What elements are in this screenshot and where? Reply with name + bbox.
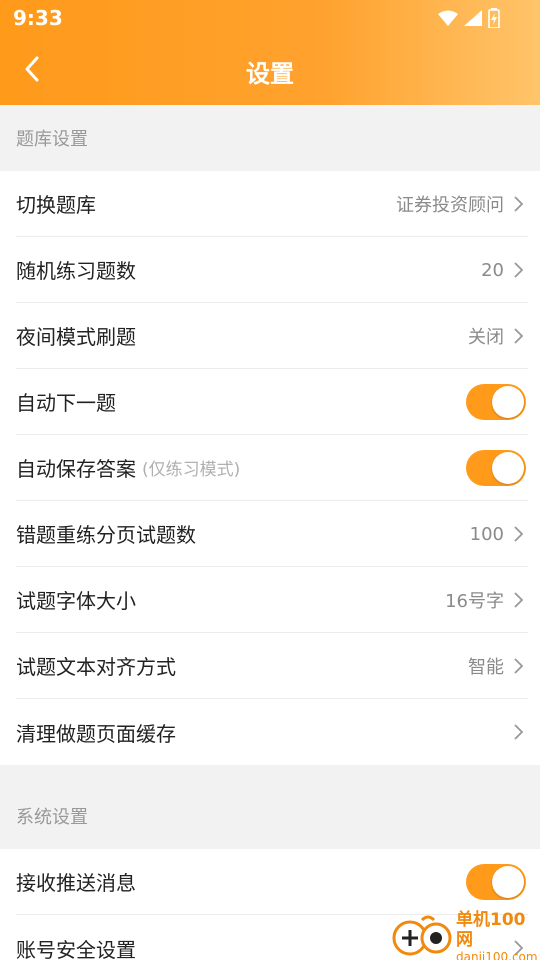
- row-value: 16号字: [445, 591, 504, 612]
- watermark-title: 单机100网: [456, 910, 526, 950]
- row-label: 自动保存答案: [16, 457, 136, 481]
- chevron-right-icon: [514, 526, 524, 542]
- row-push-notifications: 接收推送消息: [16, 849, 528, 915]
- row-label: 随机练习题数: [16, 259, 136, 283]
- toggle-knob: [492, 386, 524, 418]
- section-header-system: 系统设置: [0, 783, 540, 849]
- row-random-practice-count[interactable]: 随机练习题数 20: [16, 237, 528, 303]
- row-switch-bank[interactable]: 切换题库 证券投资顾问: [16, 171, 528, 237]
- row-value: 证券投资顾问: [396, 195, 504, 216]
- status-time: 9:33: [13, 6, 63, 30]
- row-label: 账号安全设置: [16, 937, 136, 960]
- row-label: 试题字体大小: [16, 589, 136, 613]
- push-notifications-toggle[interactable]: [466, 864, 526, 900]
- app-header: 9:33 设置: [0, 0, 540, 105]
- row-clear-cache[interactable]: 清理做题页面缓存: [16, 699, 528, 765]
- section-header-question-bank: 题库设置: [0, 105, 540, 171]
- row-value: 20: [481, 259, 504, 281]
- signal-icon: [464, 10, 482, 30]
- auto-next-toggle[interactable]: [466, 384, 526, 420]
- row-label: 自动下一题: [16, 391, 116, 415]
- row-note: (仅练习模式): [142, 460, 241, 480]
- row-wrong-retry-page-count[interactable]: 错题重练分页试题数 100: [16, 501, 528, 567]
- watermark-logo-icon: [392, 914, 454, 960]
- row-value: 100: [469, 523, 504, 545]
- chevron-right-icon: [514, 658, 524, 674]
- chevron-right-icon: [514, 724, 524, 740]
- row-auto-next: 自动下一题: [16, 369, 528, 435]
- page-title: 设置: [246, 60, 294, 88]
- chevron-right-icon: [514, 592, 524, 608]
- row-font-size[interactable]: 试题字体大小 16号字: [16, 567, 528, 633]
- row-label: 接收推送消息: [16, 871, 136, 895]
- row-text-alignment[interactable]: 试题文本对齐方式 智能: [16, 633, 528, 699]
- site-watermark: 单机100网 danji100.com: [392, 910, 540, 960]
- chevron-right-icon: [514, 196, 524, 212]
- toggle-knob: [492, 866, 524, 898]
- row-value: 关闭: [468, 327, 504, 348]
- question-bank-settings-card: 切换题库 证券投资顾问 随机练习题数 20 夜间模式刷题 关闭 自动下一题 自动…: [0, 171, 540, 765]
- chevron-right-icon: [514, 328, 524, 344]
- status-bar: 9:33: [0, 0, 540, 36]
- row-label: 切换题库: [16, 193, 96, 217]
- status-icons: [438, 8, 500, 32]
- row-label: 夜间模式刷题: [16, 325, 136, 349]
- row-night-mode[interactable]: 夜间模式刷题 关闭: [16, 303, 528, 369]
- watermark-url: danji100.com: [456, 950, 538, 960]
- row-label: 清理做题页面缓存: [16, 721, 176, 746]
- row-auto-save: 自动保存答案 (仅练习模式): [16, 435, 528, 501]
- row-label: 错题重练分页试题数: [16, 523, 196, 547]
- row-value: 智能: [468, 657, 504, 678]
- toggle-knob: [492, 452, 524, 484]
- chevron-right-icon: [514, 262, 524, 278]
- row-label: 试题文本对齐方式: [16, 655, 176, 679]
- auto-save-toggle[interactable]: [466, 450, 526, 486]
- wifi-icon: [438, 10, 458, 30]
- battery-icon: [488, 8, 500, 32]
